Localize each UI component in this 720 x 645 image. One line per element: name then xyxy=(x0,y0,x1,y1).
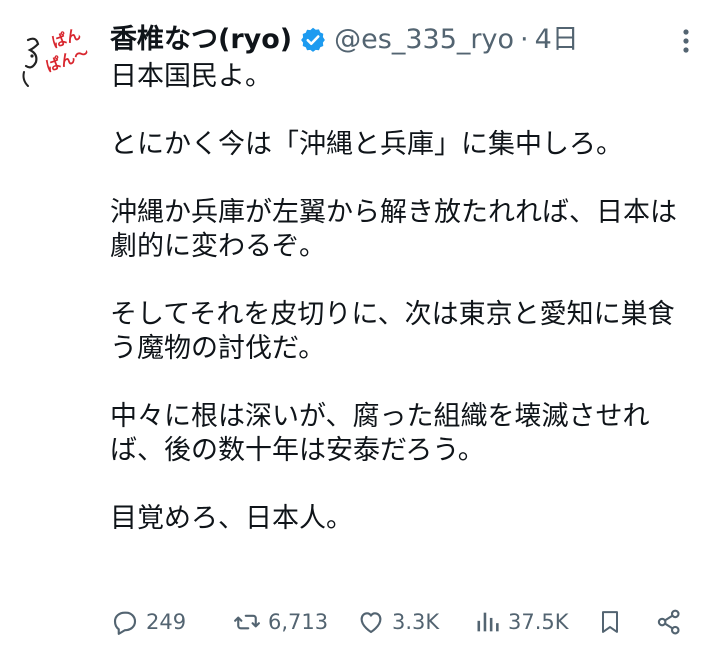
views-button[interactable]: 37.5K xyxy=(474,600,569,644)
tweet-paragraph: 沖縄か兵庫が左翼から解き放たれれば、日本は 劇的に変わるぞ。 xyxy=(110,197,677,262)
user-handle[interactable]: @es_335_ryo xyxy=(334,20,514,60)
retweet-button[interactable]: 6,713 xyxy=(232,600,328,644)
bookmark-button[interactable] xyxy=(596,600,624,644)
like-icon xyxy=(360,612,382,634)
cartoon-avatar-icon: ぱん ぱん〜 xyxy=(14,22,88,96)
views-count: 37.5K xyxy=(508,610,569,634)
like-count: 3.3K xyxy=(392,610,440,634)
views-icon xyxy=(477,612,499,632)
action-bar: 249 6,713 3.3K 37.5K xyxy=(0,600,720,644)
verified-badge-icon xyxy=(299,26,327,54)
tweet-header: 香椎なつ(ryo) @es_335_ryo · 4日 xyxy=(110,20,579,60)
like-button[interactable]: 3.3K xyxy=(356,600,439,644)
tweet-paragraph: そしてそれを皮切りに、次は東京と愛知に巣食 う魔物の討伐だ。 xyxy=(110,299,675,364)
share-icon xyxy=(657,609,680,635)
avatar[interactable]: ぱん ぱん〜 xyxy=(14,22,88,96)
tweet-paragraph: 中々に根は深いが、腐った組織を壊滅させれ ば、後の数十年は安泰だろう。 xyxy=(110,401,650,466)
reply-count: 249 xyxy=(146,610,187,634)
tweet-text: 日本国民よ。 とにかく今は「沖縄と兵庫」に集中しろ。 沖縄か兵庫が左翼から解き放… xyxy=(110,60,706,536)
tweet-paragraph: 目覚めろ、日本人。 xyxy=(110,503,353,534)
share-button[interactable] xyxy=(654,600,684,644)
timestamp[interactable]: 4日 xyxy=(535,20,579,60)
tweet-paragraph: 日本国民よ。 xyxy=(110,61,272,92)
retweet-icon xyxy=(234,614,260,630)
separator-dot: · xyxy=(519,24,529,55)
tweet-paragraph: とにかく今は「沖縄と兵庫」に集中しろ。 xyxy=(110,129,623,160)
reply-icon xyxy=(113,611,137,635)
more-icon[interactable] xyxy=(674,26,698,56)
retweet-count: 6,713 xyxy=(268,610,329,634)
bookmark-icon xyxy=(602,611,618,633)
tweet[interactable]: ぱん ぱん〜 香椎なつ(ryo) @es_335_ryo · 4日 日本国民よ。… xyxy=(0,0,720,645)
display-name[interactable]: 香椎なつ(ryo) xyxy=(110,20,292,60)
reply-button[interactable]: 249 xyxy=(110,600,186,644)
